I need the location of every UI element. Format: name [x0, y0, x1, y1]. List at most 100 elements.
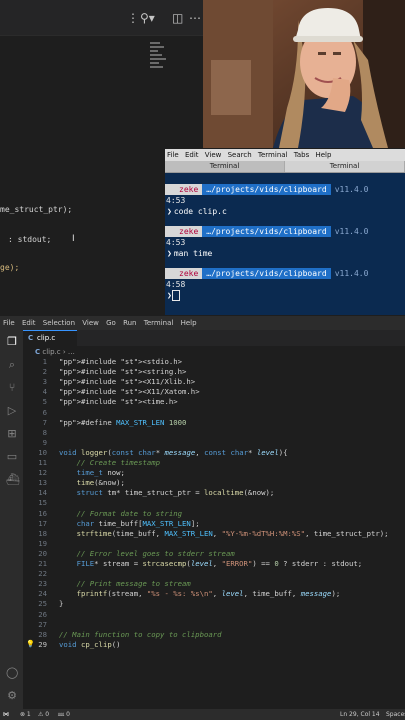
code-line[interactable]: // Format date to string: [59, 509, 182, 518]
terminal-menu-search[interactable]: Search: [228, 151, 252, 159]
split-editor-icon[interactable]: ⋮: [127, 11, 139, 25]
line-number: 3: [42, 377, 47, 387]
terminal-tab[interactable]: Terminal: [165, 161, 285, 172]
prompt-user: zeke: [165, 268, 203, 279]
indentation-status[interactable]: Spaces: [386, 709, 405, 720]
terminal-menu-help[interactable]: Help: [315, 151, 331, 159]
line-number: 12: [38, 468, 47, 478]
code-editor[interactable]: 1 "pp">#include "st"><stdio.h> 2 "pp">#incl…: [23, 357, 405, 709]
line-number: 21: [38, 559, 47, 568]
line-number: 15: [38, 498, 47, 508]
code-line[interactable]: time(&now);: [59, 478, 125, 487]
line-number: 25: [38, 599, 47, 609]
prompt-chevron-icon: ❯: [167, 207, 172, 216]
prompt-bar: zeke …/projects/vids/clipboard v11.4.0: [165, 184, 405, 195]
code-line[interactable]: time_t now;: [59, 468, 125, 477]
terminal-cursor[interactable]: [171, 290, 180, 301]
tab-clip-c[interactable]: C clip.c: [23, 330, 77, 346]
code-line[interactable]: "pp">#include "st"><string.h>: [59, 367, 186, 376]
code-line[interactable]: FILE* stream = strcasecmp(level, "ERROR"…: [59, 559, 363, 568]
split-layout-icon[interactable]: ◫: [172, 11, 183, 25]
search-icon[interactable]: ⌕: [6, 359, 18, 371]
menu-file[interactable]: File: [3, 319, 15, 327]
prompt-time: 4:53: [166, 238, 186, 247]
code-line[interactable]: char time_buff[MAX_STR_LEN];: [59, 519, 200, 528]
line-number: 17: [38, 518, 47, 528]
terminal-command: man time: [173, 249, 213, 258]
terminal-command: code clip.c: [173, 207, 227, 216]
c-file-icon: C: [28, 334, 34, 342]
code-line[interactable]: // Main function to copy to clipboard: [59, 630, 222, 639]
prompt-user: zeke: [165, 226, 203, 237]
webcam-video: [203, 0, 405, 148]
code-line[interactable]: void cp_clip(): [59, 640, 121, 649]
terminal-menu-terminal[interactable]: Terminal: [258, 151, 288, 159]
code-line[interactable]: "pp">#include "st"><time.h>: [59, 397, 178, 406]
settings-gear-icon[interactable]: ⚙: [6, 690, 18, 702]
remote-explorer-icon[interactable]: ▭: [6, 451, 18, 463]
prompt-version: v11.4.0: [334, 227, 369, 236]
line-number: 16: [38, 508, 47, 518]
terminal-menu-view[interactable]: View: [205, 151, 222, 159]
line-number: 28: [38, 629, 47, 639]
explorer-icon[interactable]: ❐: [6, 336, 18, 348]
line-number: 2: [42, 367, 47, 377]
line-number: 13: [38, 478, 47, 488]
code-line[interactable]: strftime(time_buff, MAX_STR_LEN, "%Y-%m-…: [59, 529, 389, 538]
terminal-menu-edit[interactable]: Edit: [185, 151, 199, 159]
code-line[interactable]: "pp">#define MAX_STR_LEN 1000: [59, 418, 186, 427]
docker-icon[interactable]: ⛴: [6, 474, 20, 486]
code-line[interactable]: // Print message to stream: [59, 579, 191, 588]
problems-errors[interactable]: ⊗ 1: [20, 709, 31, 720]
terminal-menu-file[interactable]: File: [167, 151, 179, 159]
prompt-path: …/projects/vids/clipboard: [202, 184, 331, 195]
line-number: 1: [42, 357, 47, 366]
code-line[interactable]: "pp">#include "st"><X11/Xatom.h>: [59, 387, 200, 396]
menu-selection[interactable]: Selection: [43, 319, 75, 327]
minimap[interactable]: [150, 40, 168, 80]
run-debug-icon[interactable]: ▷: [6, 405, 18, 417]
menu-view[interactable]: View: [82, 319, 99, 327]
breadcrumb-path[interactable]: clip.c › …: [42, 348, 75, 356]
terminal-tabs: Terminal Terminal: [165, 161, 405, 173]
run-debug-icon[interactable]: ⚲▾: [140, 11, 155, 25]
code-line[interactable]: }: [59, 599, 63, 608]
menu-edit[interactable]: Edit: [22, 319, 36, 327]
prompt-bar: zeke …/projects/vids/clipboard v11.4.0: [165, 268, 405, 279]
prompt-path: …/projects/vids/clipboard: [202, 226, 331, 237]
menu-help[interactable]: Help: [181, 319, 197, 327]
vscode-menubar: File Edit Selection View Go Run Terminal…: [0, 316, 405, 330]
code-line[interactable]: // Create timestamp: [59, 458, 160, 467]
more-actions-icon[interactable]: ⋯: [189, 11, 201, 25]
extensions-icon[interactable]: ⊞: [6, 428, 18, 440]
remote-indicator-icon[interactable]: ⋈: [3, 709, 9, 720]
code-line[interactable]: "pp">#include "st"><X11/Xlib.h>: [59, 377, 195, 386]
line-number: 14: [38, 488, 47, 498]
terminal-window[interactable]: File Edit View Search Terminal Tabs Help…: [165, 149, 405, 315]
line-number: 7: [42, 417, 47, 427]
account-icon[interactable]: ◯: [6, 667, 18, 679]
menu-go[interactable]: Go: [106, 319, 116, 327]
line-number: 20: [38, 548, 47, 558]
code-fragment: ge);: [0, 263, 20, 272]
line-number: 24: [38, 589, 47, 599]
menu-terminal[interactable]: Terminal: [144, 319, 174, 327]
code-line[interactable]: void logger(const char* message, const c…: [59, 448, 288, 457]
line-number: 22: [38, 569, 47, 579]
terminal-menu-tabs[interactable]: Tabs: [294, 151, 310, 159]
prompt-chevron-icon: ❯: [167, 249, 172, 258]
line-number: 5: [42, 397, 47, 407]
code-line[interactable]: "pp">#include "st"><stdio.h>: [59, 357, 182, 366]
ports-indicator[interactable]: ⅏ 0: [58, 709, 70, 720]
terminal-tab[interactable]: Terminal: [285, 161, 405, 172]
problems-warnings[interactable]: ⚠ 0: [38, 709, 49, 720]
code-line[interactable]: struct tm* time_struct_ptr = localtime(&…: [59, 488, 275, 497]
source-control-icon[interactable]: ⑂: [6, 382, 18, 394]
code-line[interactable]: fprintf(stream, "%s - %s: %s\n", level, …: [59, 589, 341, 598]
menu-run[interactable]: Run: [123, 319, 136, 327]
code-line[interactable]: // Error level goes to stderr stream: [59, 549, 235, 558]
line-number: 11: [38, 458, 47, 467]
code-fragment: : stdout;: [8, 235, 52, 244]
lightbulb-icon[interactable]: 💡: [26, 640, 35, 648]
cursor-position[interactable]: Ln 29, Col 14: [340, 709, 380, 720]
